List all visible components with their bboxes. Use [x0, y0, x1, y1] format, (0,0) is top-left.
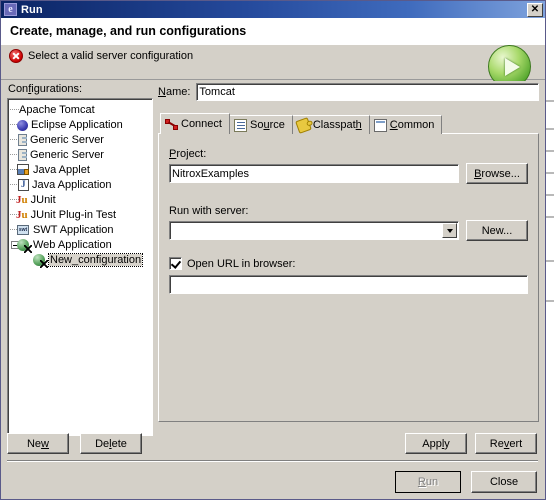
- junit-icon: Ju: [16, 193, 28, 206]
- dialog-title: Run: [21, 3, 43, 16]
- dialog-title-bar: e Run ✕: [1, 1, 545, 18]
- page-title: Create, manage, and run configurations: [10, 24, 247, 38]
- tree-item-label: Eclipse Application: [31, 118, 123, 131]
- footer-divider: [7, 460, 538, 462]
- web-application-icon: [32, 253, 48, 268]
- tree-item-label: New_configuration: [47, 252, 144, 267]
- classpath-icon: [295, 116, 312, 134]
- java-application-icon: [16, 178, 29, 191]
- new-server-button[interactable]: New...: [466, 220, 528, 241]
- project-label: Project:: [169, 148, 207, 160]
- tree-item[interactable]: swt SWT Application: [8, 222, 152, 237]
- tree-item[interactable]: Web Application: [8, 237, 152, 253]
- web-application-icon: [16, 238, 32, 253]
- connect-icon: [165, 118, 178, 131]
- tree-item[interactable]: Apache Tomcat: [8, 102, 152, 117]
- generic-server-icon: [16, 133, 27, 146]
- tree-item-label: Web Application: [33, 238, 112, 251]
- source-icon: [233, 118, 247, 132]
- junit-plugin-icon: Ju: [16, 208, 28, 221]
- tab-strip: Connect Source Classpath Common: [158, 113, 539, 134]
- run-with-server-label: Run with server:: [169, 205, 249, 217]
- generic-server-icon: [16, 148, 27, 161]
- tree-item-label: Java Applet: [33, 163, 90, 176]
- open-url-label: Open URL in browser:: [187, 257, 296, 270]
- open-url-row[interactable]: Open URL in browser:: [169, 257, 528, 270]
- tree-item[interactable]: Java Application: [8, 177, 152, 192]
- tree-item-label: Java Application: [32, 178, 112, 191]
- validation-message: Select a valid server configuration: [28, 50, 194, 62]
- java-applet-icon: [16, 163, 30, 176]
- configurations-tree[interactable]: Apache Tomcat Eclipse Application Generic …: [7, 98, 153, 436]
- tab-common[interactable]: Common: [368, 115, 443, 134]
- tree-item-label: Generic Server: [30, 133, 104, 146]
- tab-label: Source: [249, 119, 285, 131]
- common-icon: [373, 118, 387, 132]
- tree-item-label: SWT Application: [33, 223, 114, 236]
- tree-item-label: Apache Tomcat: [19, 103, 95, 116]
- project-input[interactable]: [169, 164, 459, 183]
- url-input[interactable]: [169, 275, 528, 294]
- tree-item[interactable]: Ju JUnit: [8, 192, 152, 207]
- tab-label: Connect: [181, 118, 222, 130]
- tree-action-buttons: New Delete: [7, 433, 142, 454]
- tree-item-label: JUnit Plug-in Test: [30, 208, 117, 221]
- close-icon[interactable]: ✕: [527, 2, 543, 17]
- eclipse-icon: e: [4, 3, 17, 16]
- tab-connect[interactable]: Connect: [160, 113, 230, 134]
- tree-connector: [10, 109, 19, 111]
- server-select[interactable]: [169, 221, 459, 240]
- browse-button[interactable]: Browse...: [466, 163, 528, 184]
- configuration-editor: Name: Connect Source Classpath Common Proje…: [158, 83, 539, 422]
- name-row: Name:: [158, 83, 539, 101]
- tree-item[interactable]: New_configuration: [8, 252, 152, 268]
- eclipse-application-icon: [16, 119, 28, 131]
- configurations-panel: Configurations: Apache Tomcat Eclipse App…: [7, 83, 153, 436]
- run-configurations-dialog: e Run ✕ Create, manage, and run configur…: [0, 0, 546, 500]
- apply-revert-buttons: Apply Revert: [405, 433, 537, 454]
- delete-configuration-button[interactable]: Delete: [80, 433, 142, 454]
- tab-label: Classpath: [312, 119, 362, 131]
- dialog-body: Configurations: Apache Tomcat Eclipse App…: [1, 81, 545, 499]
- new-configuration-button[interactable]: New: [7, 433, 69, 454]
- name-input[interactable]: [196, 83, 539, 101]
- tab-label: Common: [389, 119, 435, 131]
- configurations-label: Configurations:: [8, 83, 83, 95]
- tab-classpath[interactable]: Classpath: [291, 115, 370, 134]
- name-label: Name:: [158, 86, 191, 98]
- close-button[interactable]: Close: [471, 471, 537, 493]
- project-row: Browse...: [169, 163, 528, 184]
- tree-item[interactable]: Eclipse Application: [8, 117, 152, 132]
- tree-item[interactable]: Ju JUnit Plug-in Test: [8, 207, 152, 222]
- dialog-footer-buttons: Run Close: [395, 471, 537, 493]
- swt-icon: swt: [17, 224, 29, 235]
- apply-button[interactable]: Apply: [405, 433, 467, 454]
- tree-item[interactable]: Generic Server: [8, 147, 152, 162]
- tree-item-label: Generic Server: [30, 148, 104, 161]
- chevron-down-icon[interactable]: [442, 223, 457, 238]
- tree-item[interactable]: Generic Server: [8, 132, 152, 147]
- open-url-checkbox[interactable]: [169, 257, 182, 270]
- tree-item-label: JUnit: [30, 193, 56, 206]
- connect-tab-panel: Project: Browse... Run with server: New.…: [158, 133, 539, 422]
- tab-source[interactable]: Source: [228, 115, 293, 134]
- revert-button[interactable]: Revert: [475, 433, 537, 454]
- run-with-server-row: New...: [169, 220, 528, 241]
- tree-item[interactable]: Java Applet: [8, 162, 152, 177]
- run-button[interactable]: Run: [395, 471, 461, 493]
- error-icon: [9, 49, 23, 63]
- dialog-header-banner: Create, manage, and run configurations S…: [1, 18, 545, 88]
